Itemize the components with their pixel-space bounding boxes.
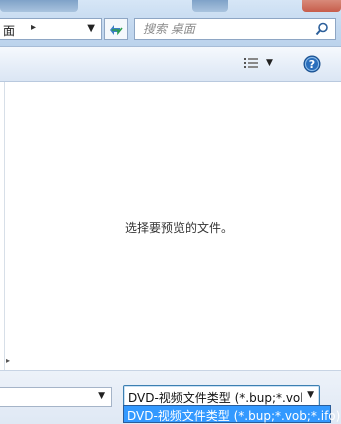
chevron-down-icon[interactable]: ▼ — [266, 58, 273, 68]
title-bar-fragment — [0, 0, 78, 12]
file-type-dropdown-list: DVD-视频文件类型 (*.bup;*.vob;*.ifo) — [123, 405, 340, 423]
search-input[interactable] — [143, 21, 303, 37]
chevron-down-icon[interactable]: ▼ — [98, 391, 105, 401]
scroll-right-arrow-icon[interactable]: ▸ — [3, 354, 13, 368]
chevron-down-icon[interactable]: ▼ — [87, 23, 95, 34]
file-type-select[interactable]: DVD-视频文件类型 (*.bup;*.vob;*.ifo) ▼ — [123, 385, 320, 407]
help-button[interactable]: ? — [303, 55, 321, 76]
search-icon[interactable] — [315, 22, 329, 39]
file-type-selected: DVD-视频文件类型 (*.bup;*.vob;*.ifo) — [128, 391, 302, 405]
refresh-button[interactable] — [104, 18, 128, 40]
refresh-icon — [110, 25, 123, 36]
preview-message: 选择要预览的文件。 — [125, 221, 234, 235]
search-box[interactable] — [134, 18, 336, 40]
file-name-combo[interactable]: ▼ — [0, 387, 112, 407]
address-bar-strip: 面 ▸ ▼ — [0, 0, 341, 47]
dropdown-option[interactable]: DVD-视频文件类型 (*.bup;*.vob;*.ifo) — [127, 407, 340, 424]
breadcrumb-arrow-icon[interactable]: ▸ — [31, 22, 36, 33]
chevron-down-icon[interactable]: ▼ — [307, 390, 314, 400]
svg-text:?: ? — [309, 58, 315, 71]
help-icon: ? — [303, 55, 321, 73]
view-menu-icon — [244, 58, 258, 68]
view-options-button[interactable]: ▼ — [242, 56, 278, 72]
toolbar: ▼ ? — [0, 47, 341, 82]
address-bar[interactable]: 面 ▸ ▼ — [0, 18, 102, 40]
close-window-fragment[interactable] — [302, 0, 341, 12]
title-bar-fragment — [192, 0, 228, 12]
content-area: ▸ 选择要预览的文件。 — [0, 82, 341, 370]
file-list-pane-edge[interactable] — [0, 82, 5, 370]
breadcrumb-item[interactable]: 面 — [3, 22, 15, 39]
